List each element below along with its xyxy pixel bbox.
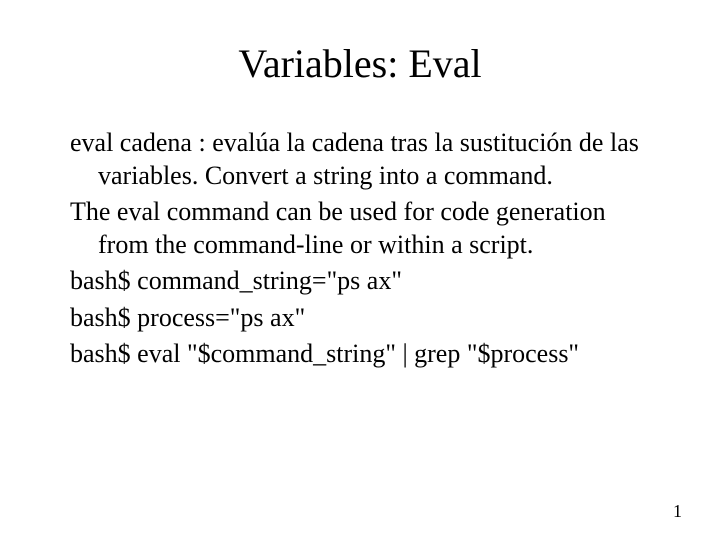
- slide-body: eval cadena : evalúa la cadena tras la s…: [70, 127, 650, 371]
- body-paragraph: bash$ eval "$command_string" | grep "$pr…: [70, 338, 650, 371]
- body-paragraph: eval cadena : evalúa la cadena tras la s…: [70, 127, 650, 192]
- body-paragraph: The eval command can be used for code ge…: [70, 196, 650, 261]
- slide: Variables: Eval eval cadena : evalúa la …: [0, 0, 720, 540]
- body-paragraph: bash$ process="ps ax": [70, 302, 650, 335]
- page-number: 1: [673, 501, 682, 522]
- body-paragraph: bash$ command_string="ps ax": [70, 265, 650, 298]
- slide-title: Variables: Eval: [70, 40, 650, 87]
